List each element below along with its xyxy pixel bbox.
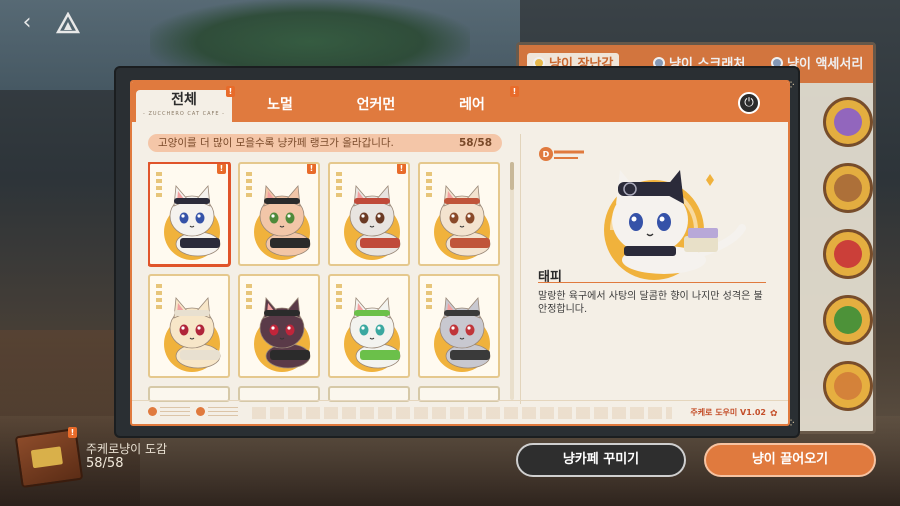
cat-illustration bbox=[439, 185, 491, 257]
toy-ball-item[interactable] bbox=[823, 229, 873, 279]
cat-card[interactable]: ! bbox=[328, 162, 410, 266]
cat-description: 말랑한 육구에서 사탕의 달콤한 향이 나지만 성격은 불안정합니다. bbox=[538, 291, 763, 315]
cat-illustration bbox=[349, 297, 401, 369]
collection-badge: ! bbox=[68, 427, 77, 438]
close-power-button[interactable]: ⏻ bbox=[738, 92, 760, 114]
paw-icon: ✿ bbox=[770, 409, 778, 419]
panel-divider bbox=[520, 134, 521, 404]
tab-normal[interactable]: 노멀 bbox=[232, 90, 328, 122]
cat-card[interactable] bbox=[418, 274, 500, 378]
cat-card-grid: !!! bbox=[148, 162, 508, 402]
tab-all-subtitle: - ZUCCHERO CAT CAFE - bbox=[143, 111, 225, 117]
toy-cactus-item[interactable] bbox=[823, 295, 873, 345]
cat-card[interactable]: ! bbox=[148, 162, 230, 266]
cat-card[interactable] bbox=[148, 274, 230, 378]
footer-seal-icon bbox=[148, 407, 157, 416]
cat-collection-modal: 전체 - ZUCCHERO CAT CAFE - ! 노멀 언커먼 레어 ! ⏻… bbox=[114, 66, 800, 438]
decorate-cafe-button[interactable]: 냥카페 꾸미기 bbox=[516, 443, 686, 477]
back-arrow-icon[interactable]: ‹ bbox=[14, 10, 40, 36]
new-badge: ! bbox=[217, 164, 226, 174]
tab-rare-label: 레어 bbox=[459, 97, 485, 113]
tab-uncommon-label: 언커먼 bbox=[356, 97, 396, 113]
panel-footer: 주케로 도우미 V1.02 ✿ bbox=[132, 400, 788, 424]
recruit-cat-button[interactable]: 냥이 끌어오기 bbox=[704, 443, 876, 477]
footer-pattern bbox=[252, 407, 672, 419]
toy-fish-item[interactable] bbox=[823, 361, 873, 411]
tab-rare-badge: ! bbox=[510, 86, 519, 97]
collection-info-bar: 고양이를 더 많이 모을수록 냥카페 랭크가 올라갑니다. 58/58 bbox=[148, 134, 502, 152]
tab-all-label: 전체 bbox=[171, 92, 197, 108]
toy-box-item[interactable] bbox=[823, 163, 873, 213]
tab-rare[interactable]: 레어 bbox=[424, 90, 520, 122]
cat-portrait bbox=[604, 170, 746, 280]
collection-title: 주케로냥이 도감 bbox=[86, 442, 168, 456]
scroll-thumb[interactable] bbox=[510, 162, 514, 190]
cat-illustration bbox=[169, 297, 221, 369]
footer-seal-icon bbox=[196, 407, 205, 416]
background-plant bbox=[150, 0, 470, 70]
details-logo: D bbox=[538, 144, 586, 164]
collection-count: 58/58 bbox=[86, 456, 124, 471]
book-emblem bbox=[30, 446, 63, 469]
cat-illustration bbox=[259, 185, 311, 257]
grid-scrollbar[interactable] bbox=[510, 162, 514, 400]
new-badge: ! bbox=[397, 164, 406, 174]
cat-illustration bbox=[439, 297, 491, 369]
cactus-toy-icon bbox=[834, 306, 862, 334]
cat-card[interactable]: ! bbox=[238, 162, 320, 266]
collection-panel: 전체 - ZUCCHERO CAT CAFE - ! 노멀 언커먼 레어 ! ⏻… bbox=[130, 80, 790, 426]
footer-fine-print bbox=[208, 407, 238, 419]
dolphin-toy-icon bbox=[834, 108, 862, 136]
tab-all[interactable]: 전체 - ZUCCHERO CAT CAFE - bbox=[136, 90, 232, 122]
tab-uncommon[interactable]: 언커먼 bbox=[328, 90, 424, 122]
cat-illustration bbox=[259, 297, 311, 369]
cat-card[interactable] bbox=[238, 274, 320, 378]
fish-toy-icon bbox=[834, 372, 862, 400]
ball-toy-icon bbox=[834, 240, 862, 268]
svg-text:D: D bbox=[543, 150, 550, 159]
cat-illustration bbox=[169, 185, 221, 257]
box-toy-icon bbox=[834, 174, 862, 202]
new-badge: ! bbox=[307, 164, 316, 174]
info-bar-text: 고양이를 더 많이 모을수록 냥카페 랭크가 올라갑니다. bbox=[158, 137, 394, 149]
footer-fine-print bbox=[160, 407, 190, 419]
toy-dolphin-item[interactable] bbox=[823, 97, 873, 147]
cat-card[interactable] bbox=[418, 162, 500, 266]
cat-card[interactable] bbox=[328, 274, 410, 378]
category-tabs: 전체 - ZUCCHERO CAT CAFE - ! 노멀 언커먼 레어 ! ⏻ bbox=[132, 82, 788, 122]
cat-illustration bbox=[349, 185, 401, 257]
info-bar-count: 58/58 bbox=[458, 137, 492, 149]
home-icon[interactable] bbox=[55, 11, 81, 34]
tab-normal-label: 노멀 bbox=[267, 97, 293, 113]
version-label: 주케로 도우미 V1.02 bbox=[690, 408, 766, 417]
name-underline bbox=[538, 282, 766, 283]
power-icon: ⏻ bbox=[744, 95, 754, 109]
